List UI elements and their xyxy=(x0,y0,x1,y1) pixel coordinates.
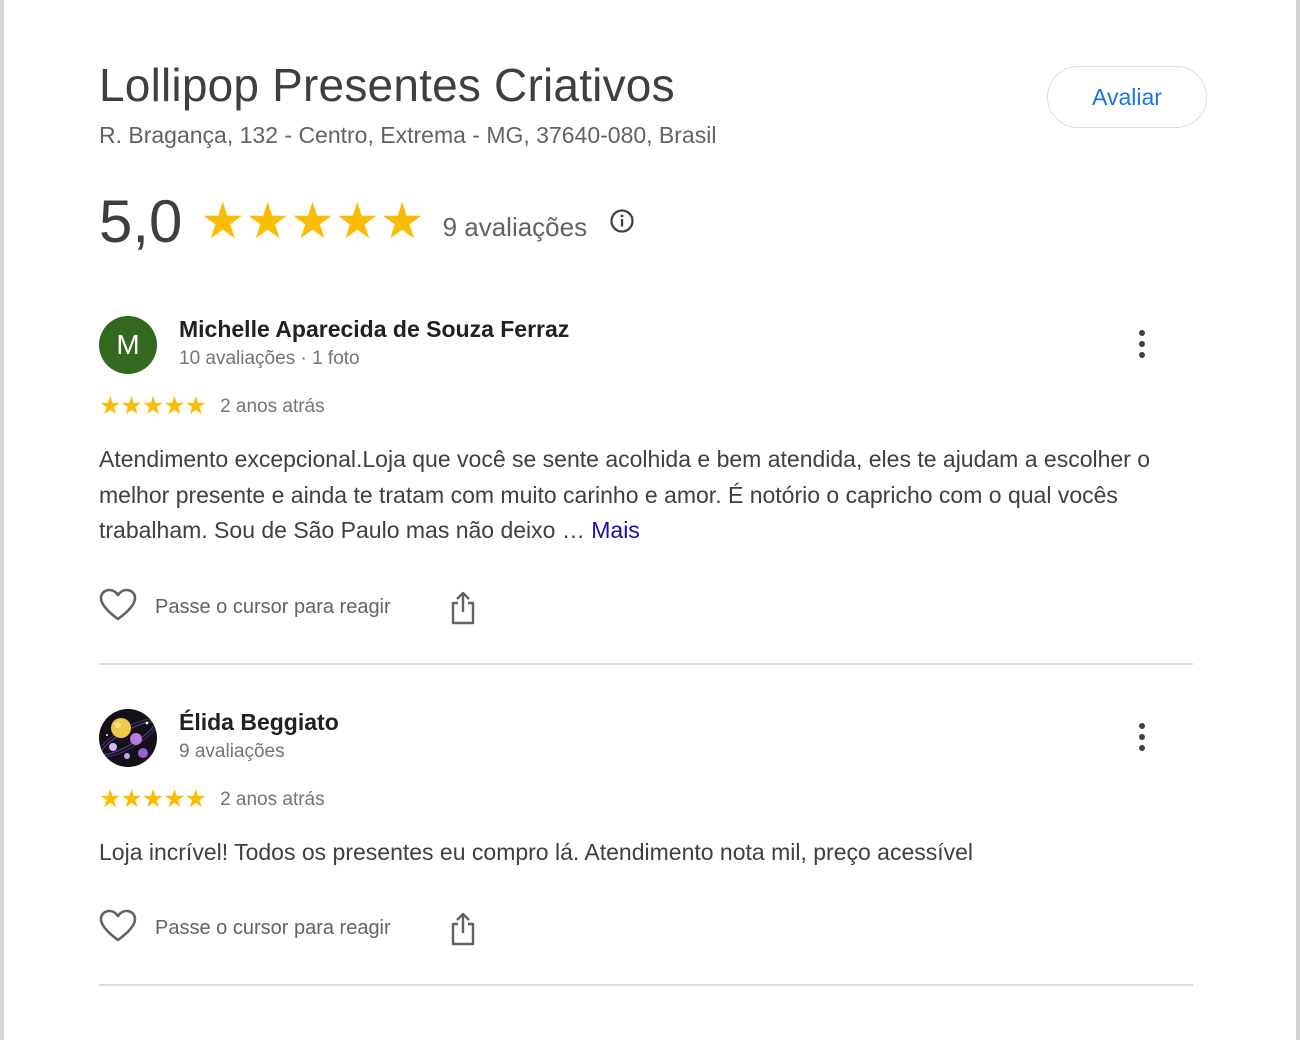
review-time: 2 anos atrás xyxy=(220,788,325,810)
share-icon[interactable] xyxy=(449,911,477,947)
reviewer-name[interactable]: Élida Beggiato xyxy=(179,709,339,736)
react-button[interactable]: Passe o cursor para reagir xyxy=(99,909,391,948)
rating-stars: ★ ★ ★ ★ ★ xyxy=(200,196,424,246)
review-text: Atendimento excepcional.Loja que você se… xyxy=(99,442,1179,549)
rate-button[interactable]: Avaliar xyxy=(1047,66,1207,128)
reviews-dialog: Lollipop Presentes Criativos R. Bragança… xyxy=(0,0,1300,1040)
review-rating: ★★★★★ 2 anos atrás xyxy=(99,787,325,812)
star-icon: ★ xyxy=(200,193,246,249)
divider xyxy=(99,984,1193,986)
star-icon: ★ xyxy=(290,193,335,249)
review-text: Loja incrível! Todos os presentes eu com… xyxy=(99,835,1179,871)
heart-icon xyxy=(99,909,137,948)
avatar[interactable]: M xyxy=(99,316,157,374)
star-icon: ★ xyxy=(245,193,291,249)
review-rating: ★★★★★ 2 anos atrás xyxy=(99,394,325,419)
rating-summary: 5,0 ★ ★ ★ ★ ★ 9 avaliações xyxy=(99,186,635,256)
reviewer-meta: 10 avaliações · 1 foto xyxy=(179,348,360,369)
review-body: Loja incrível! Todos os presentes eu com… xyxy=(99,839,974,865)
review-actions: Passe o cursor para reagir xyxy=(99,588,477,627)
reviewer-meta: 9 avaliações xyxy=(179,741,285,762)
divider xyxy=(99,663,1193,665)
react-button[interactable]: Passe o cursor para reagir xyxy=(99,588,391,627)
share-icon[interactable] xyxy=(449,590,477,626)
review-card: M Michelle Aparecida de Souza Ferraz 10 … xyxy=(99,316,1193,656)
heart-icon xyxy=(99,588,137,627)
star-icon: ★ xyxy=(379,193,425,249)
star-icon: ★ xyxy=(334,193,380,249)
more-vert-icon[interactable] xyxy=(1127,717,1157,757)
review-time: 2 anos atrás xyxy=(220,395,325,417)
react-label: Passe o cursor para reagir xyxy=(155,596,391,618)
review-stars: ★★★★★ xyxy=(99,392,207,420)
avatar[interactable] xyxy=(99,709,157,767)
rating-value: 5,0 xyxy=(99,187,183,255)
review-stars: ★★★★★ xyxy=(99,785,207,813)
info-icon[interactable] xyxy=(609,208,635,239)
review-actions: Passe o cursor para reagir xyxy=(99,909,477,948)
reviewer-name[interactable]: Michelle Aparecida de Souza Ferraz xyxy=(179,316,569,343)
place-title: Lollipop Presentes Criativos xyxy=(99,59,675,111)
review-card: Élida Beggiato 9 avaliações ★★★★★ 2 anos… xyxy=(99,709,1193,969)
more-vert-icon[interactable] xyxy=(1127,324,1157,364)
more-link[interactable]: Mais xyxy=(591,517,640,543)
react-label: Passe o cursor para reagir xyxy=(155,917,391,939)
place-address: R. Bragança, 132 - Centro, Extrema - MG,… xyxy=(99,122,717,148)
review-count: 9 avaliações xyxy=(442,211,588,242)
